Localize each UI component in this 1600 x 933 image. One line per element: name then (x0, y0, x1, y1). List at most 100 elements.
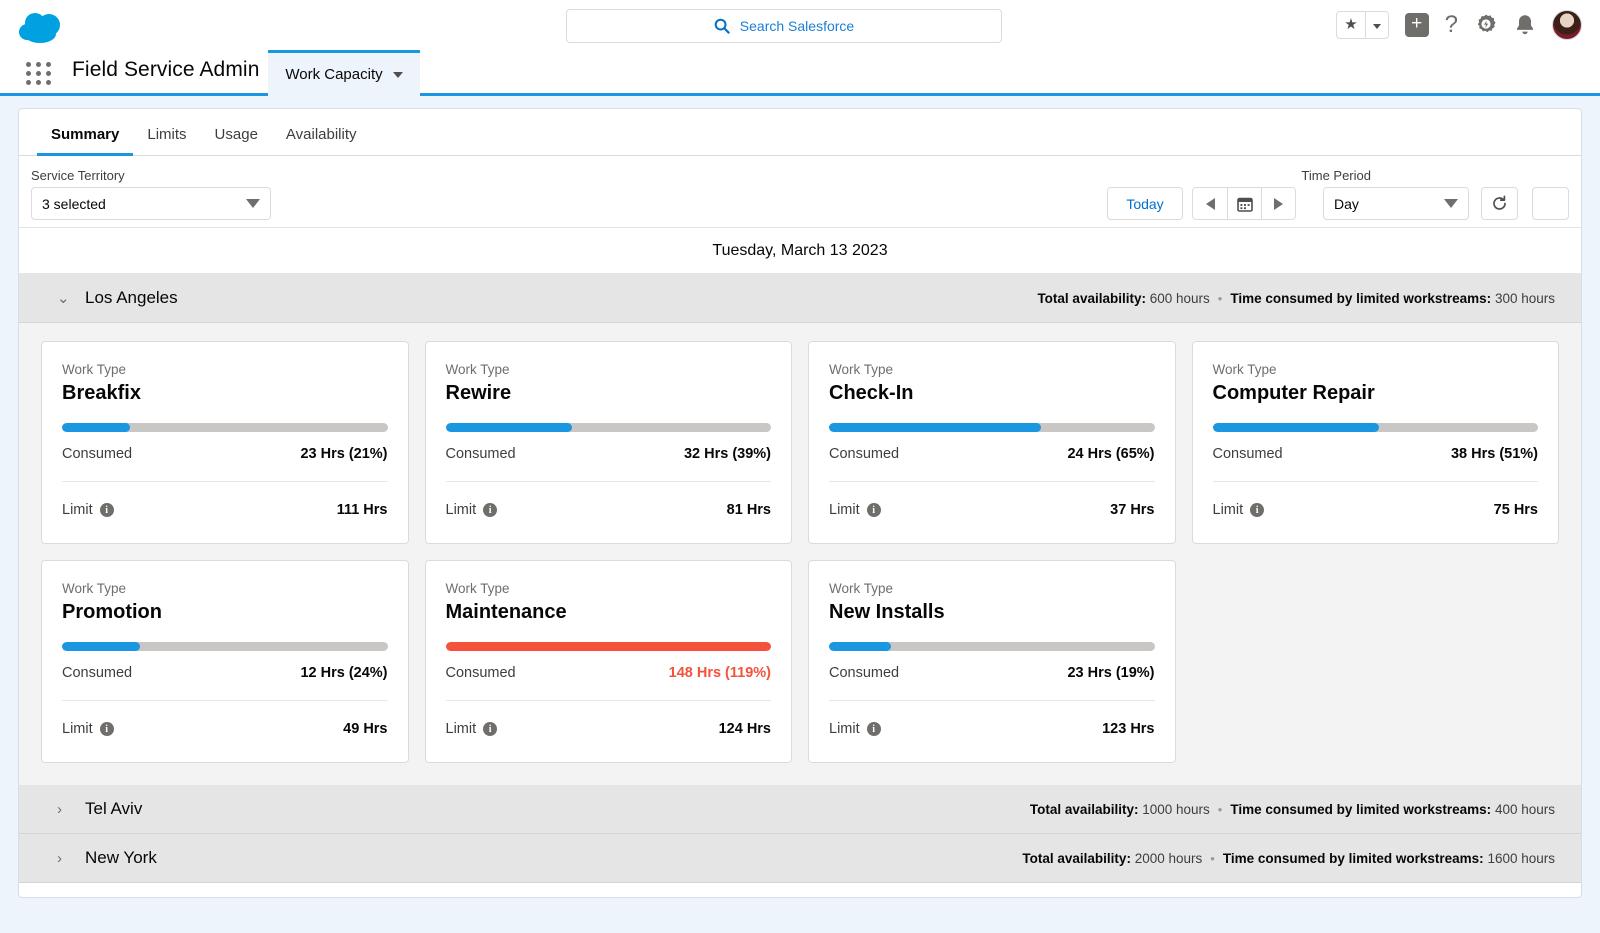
work-type-name: Maintenance (445, 601, 567, 623)
calendar-icon (1236, 197, 1253, 212)
consumed-row: Consumed 23 Hrs (19%) (829, 665, 1155, 701)
work-type-card[interactable]: Work Type New Installs Consumed 23 Hrs (… (808, 560, 1176, 763)
today-button[interactable]: Today (1107, 187, 1183, 220)
tab-summary[interactable]: Summary (37, 126, 134, 156)
limit-label: Limit (445, 721, 477, 737)
consumed-value: 23 Hrs (21%) (300, 446, 388, 462)
work-type-card-area: Work Type Breakfix Consumed 23 Hrs (21%)… (19, 323, 1581, 785)
work-type-card[interactable]: Work Type Computer Repair Consumed 38 Hr… (1191, 341, 1559, 544)
consumed-value: 12 Hrs (24%) (300, 665, 388, 681)
limit-row: Limit i 37 Hrs (829, 482, 1155, 518)
work-type-card[interactable]: Work Type Maintenance Consumed 148 Hrs (… (424, 560, 792, 763)
limit-row: Limit i 75 Hrs (1213, 482, 1539, 518)
time-period-select[interactable]: Day (1323, 187, 1469, 220)
notifications-button[interactable] (1514, 13, 1536, 37)
chevron-right-icon (1274, 197, 1283, 210)
separator-dot: • (1210, 850, 1215, 866)
territory-header-new-york[interactable]: › New York Total availability: 2000 hour… (19, 834, 1581, 883)
time-consumed-value: 400 hours (1494, 801, 1555, 817)
chevron-down-icon (246, 199, 260, 208)
limit-row: Limit i 111 Hrs (62, 482, 388, 518)
service-territory-select[interactable]: 3 selected (31, 187, 271, 220)
date-header-label: Tuesday, March 13 2023 (712, 241, 888, 259)
territory-stats: Total availability: 600 hours • Time con… (1037, 291, 1555, 306)
tab-work-capacity[interactable]: Work Capacity (268, 50, 420, 96)
total-availability-value: 2000 hours (1134, 850, 1203, 866)
consumed-value: 23 Hrs (19%) (1067, 665, 1155, 681)
info-icon[interactable]: i (483, 503, 498, 517)
avatar[interactable] (1552, 10, 1582, 40)
territory-stats: Total availability: 1000 hours • Time co… (1030, 802, 1555, 817)
new-item-button[interactable]: + (1404, 13, 1429, 37)
service-territory-label: Service Territory (31, 168, 125, 183)
territory-header-los-angeles[interactable]: ⌄ Los Angeles Total availability: 600 ho… (19, 274, 1581, 323)
consumed-label: Consumed (829, 446, 900, 462)
favorites-button[interactable]: ★ (1336, 11, 1389, 39)
refresh-button[interactable] (1481, 187, 1518, 220)
work-type-label: Work Type (829, 362, 894, 377)
time-consumed-label: Time consumed by limited workstreams: (1222, 850, 1484, 866)
info-icon[interactable]: i (1250, 503, 1265, 517)
plus-square-icon: + (1404, 13, 1429, 37)
tab-usage[interactable]: Usage (201, 126, 272, 155)
limit-row: Limit i 124 Hrs (446, 701, 772, 737)
territory-header-tel-aviv[interactable]: › Tel Aviv Total availability: 1000 hour… (19, 785, 1581, 834)
info-icon[interactable]: i (99, 503, 114, 517)
chevron-left-icon (1205, 197, 1215, 210)
work-type-label: Work Type (445, 581, 510, 596)
tab-availability[interactable]: Availability (272, 126, 371, 155)
filter-toolbar: Service Territory 3 selected Today Time … (19, 156, 1581, 228)
search-input[interactable]: Search Salesforce (566, 9, 1002, 43)
info-icon[interactable]: i (866, 722, 881, 736)
limit-label: Limit (829, 502, 860, 518)
prev-period-button[interactable] (1193, 188, 1227, 219)
work-type-card[interactable]: Work Type Breakfix Consumed 23 Hrs (21%)… (41, 341, 409, 544)
chevron-down-icon[interactable]: ⌄ (57, 289, 71, 307)
tab-limits[interactable]: Limits (133, 126, 200, 155)
salesforce-cloud-logo[interactable] (18, 12, 66, 46)
separator-dot: • (1217, 290, 1223, 306)
global-header: Field Service Admin Work Capacity Search… (0, 0, 1600, 96)
work-type-card[interactable]: Work Type Rewire Consumed 32 Hrs (39%) L… (424, 341, 792, 544)
consumed-label: Consumed (445, 665, 516, 681)
work-type-label: Work Type (62, 362, 127, 377)
info-icon[interactable]: i (866, 503, 881, 517)
gear-icon (1477, 14, 1496, 33)
territory-stats: Total availability: 2000 hours • Time co… (1022, 851, 1555, 866)
info-icon[interactable]: i (483, 722, 498, 736)
chevron-down-icon (1444, 199, 1458, 208)
consumed-label: Consumed (829, 665, 900, 681)
limit-label: Limit (829, 721, 860, 737)
chevron-down-icon[interactable] (392, 71, 403, 78)
limit-value: 37 Hrs (1110, 502, 1155, 518)
time-consumed-value: 300 hours (1494, 290, 1555, 306)
search-placeholder: Search Salesforce (739, 18, 855, 34)
help-button[interactable]: ? (1445, 13, 1458, 37)
header-icon-group: ★ + ? (1336, 10, 1582, 40)
chevron-right-icon[interactable]: › (57, 850, 71, 867)
chevron-right-icon[interactable]: › (57, 801, 71, 818)
date-picker-button[interactable] (1227, 188, 1261, 219)
info-icon[interactable]: i (99, 722, 114, 736)
more-actions-button[interactable] (1532, 187, 1569, 220)
work-capacity-page: Summary Limits Usage Availability Servic… (18, 108, 1582, 898)
work-type-label: Work Type (62, 581, 127, 596)
work-type-card[interactable]: Work Type Check-In Consumed 24 Hrs (65%)… (808, 341, 1176, 544)
total-availability-label: Total availability: (1037, 290, 1146, 306)
limit-label: Limit (445, 502, 477, 518)
consumed-row: Consumed 24 Hrs (65%) (829, 446, 1155, 482)
limit-row: Limit i 49 Hrs (62, 701, 388, 737)
next-period-button[interactable] (1261, 188, 1295, 219)
consumption-progress-bar (829, 423, 1155, 432)
time-consumed-value: 1600 hours (1487, 850, 1555, 866)
today-button-label: Today (1126, 195, 1164, 212)
app-launcher-icon[interactable] (24, 60, 54, 86)
date-header: Tuesday, March 13 2023 (19, 228, 1581, 274)
work-type-card[interactable]: Work Type Promotion Consumed 12 Hrs (24%… (41, 560, 409, 763)
consumed-value: 32 Hrs (39%) (683, 446, 771, 462)
chevron-down-icon[interactable] (1366, 12, 1388, 38)
consumed-label: Consumed (62, 665, 133, 681)
work-type-name: Breakfix (62, 382, 141, 404)
star-icon[interactable]: ★ (1337, 12, 1364, 38)
setup-button[interactable] (1474, 13, 1498, 37)
